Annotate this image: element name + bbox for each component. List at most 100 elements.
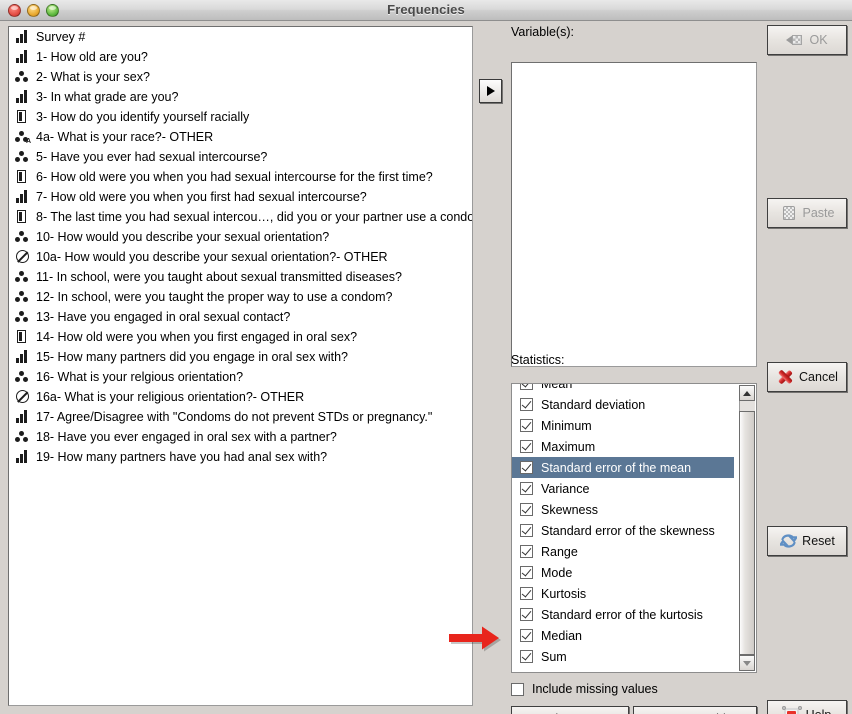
move-variable-right-button[interactable] [479, 79, 502, 103]
variable-list-item-label: 11- In school, were you taught about sex… [36, 270, 402, 284]
paste-button-label: Paste [802, 206, 835, 220]
variable-list-item-label: Survey # [36, 30, 86, 44]
statistic-row[interactable]: Standard error of the mean [512, 457, 734, 478]
nominal-measure-icon [15, 370, 30, 384]
variable-list-item[interactable]: 10a- How would you describe your sexual … [9, 247, 472, 267]
statistic-checkbox[interactable] [520, 398, 533, 411]
variable-list-item[interactable]: 18- Have you ever engaged in oral sex wi… [9, 427, 472, 447]
variable-list-item-label: 10a- How would you describe your sexual … [36, 250, 388, 264]
variable-list-item[interactable]: 3- How do you identify yourself racially [9, 107, 472, 127]
variable-list-item-label: 17- Agree/Disagree with "Condoms do not … [36, 410, 433, 424]
scrollbar-thumb[interactable] [739, 411, 755, 655]
statistic-row[interactable]: Standard error of the skewness [512, 520, 734, 541]
variable-list-item[interactable]: 11- In school, were you taught about sex… [9, 267, 472, 287]
variable-list-item[interactable]: Survey # [9, 27, 472, 47]
variable-list-item[interactable]: 7- How old were you when you first had s… [9, 187, 472, 207]
ordinal-measure-icon [15, 210, 30, 224]
statistic-row[interactable]: Minimum [512, 415, 734, 436]
scale-measure-icon [15, 450, 30, 464]
include-missing-values-row[interactable]: Include missing values [511, 682, 658, 696]
variable-list-item[interactable]: 16a- What is your religious orientation?… [9, 387, 472, 407]
statistic-label: Mode [541, 565, 573, 580]
ordinal-measure-icon [15, 110, 30, 124]
statistics-scrollbar[interactable] [739, 385, 755, 671]
scroll-down-button[interactable] [739, 655, 755, 671]
statistic-label: Mean [541, 384, 572, 391]
ok-button[interactable]: OK [767, 25, 847, 55]
variable-list-item-label: 8- The last time you had sexual intercou… [36, 210, 473, 224]
nominal-measure-icon [15, 70, 30, 84]
variable-list-item[interactable]: 10- How would you describe your sexual o… [9, 227, 472, 247]
reset-button[interactable]: Reset [767, 526, 847, 556]
variable-list-item-label: 19- How many partners have you had anal … [36, 450, 328, 464]
statistic-checkbox[interactable] [520, 482, 533, 495]
variable-list-item[interactable]: 8- The last time you had sexual intercou… [9, 207, 472, 227]
statistic-row[interactable]: Kurtosis [512, 583, 734, 604]
variable-list-item[interactable]: 5- Have you ever had sexual intercourse? [9, 147, 472, 167]
statistics-scroll-area[interactable]: Mean Standard deviation Minimum Maximum Stan… [512, 384, 734, 672]
variable-list-item[interactable]: 1- How old are you? [9, 47, 472, 67]
statistic-row[interactable]: Sum [512, 646, 734, 667]
nominal-measure-icon [15, 290, 30, 304]
statistic-label: Standard error of the mean [541, 460, 692, 475]
variable-list-item-label: 3- In what grade are you? [36, 90, 179, 104]
charts-button[interactable]: Charts... [511, 706, 629, 714]
statistic-checkbox[interactable] [520, 440, 533, 453]
statistic-checkbox[interactable] [520, 545, 533, 558]
statistic-label: Standard error of the skewness [541, 523, 715, 538]
help-button[interactable]: Help [767, 700, 847, 714]
statistic-label: Kurtosis [541, 586, 587, 601]
window-title: Frequencies [387, 2, 465, 17]
statistic-checkbox[interactable] [520, 384, 533, 390]
variable-list-item[interactable]: 3- In what grade are you? [9, 87, 472, 107]
scale-measure-icon [15, 50, 30, 64]
statistic-checkbox[interactable] [520, 524, 533, 537]
statistic-checkbox[interactable] [520, 629, 533, 642]
cancel-button[interactable]: Cancel [767, 362, 847, 392]
variables-panel-label: Variable(s): [511, 25, 574, 39]
statistic-checkbox[interactable] [520, 566, 533, 579]
variable-list-item-label: 1- How old are you? [36, 50, 148, 64]
variable-list-item[interactable]: 17- Agree/Disagree with "Condoms do not … [9, 407, 472, 427]
no-measure-icon [15, 390, 30, 404]
statistic-row[interactable]: Standard deviation [512, 394, 734, 415]
statistic-row[interactable]: Mean [512, 384, 734, 394]
variable-list-item[interactable]: 19- How many partners have you had anal … [9, 447, 472, 467]
variable-list-item[interactable]: A 4a- What is your race?- OTHER [9, 127, 472, 147]
statistic-checkbox[interactable] [520, 650, 533, 663]
paste-button[interactable]: Paste [767, 198, 847, 228]
include-missing-values-checkbox[interactable] [511, 682, 524, 696]
window-titlebar: Frequencies [0, 0, 852, 21]
variable-source-list[interactable]: Survey # 1- How old are you? 2- What is yo… [8, 26, 473, 706]
refresh-icon [779, 533, 798, 549]
statistic-checkbox[interactable] [520, 608, 533, 621]
statistic-label: Variance [541, 481, 590, 496]
nominal-measure-icon [15, 230, 30, 244]
statistic-row[interactable]: Skewness [512, 499, 734, 520]
variable-list-item[interactable]: 13- Have you engaged in oral sexual cont… [9, 307, 472, 327]
selected-variables-list[interactable] [511, 62, 757, 367]
statistic-row[interactable]: Median [512, 625, 734, 646]
statistic-label: Range [541, 544, 578, 559]
statistic-row[interactable]: Standard error of the kurtosis [512, 604, 734, 625]
statistic-row[interactable]: Variance [512, 478, 734, 499]
frequency-tables-button[interactable]: Frequency Tables... [633, 706, 757, 714]
variable-list-item[interactable]: 16- What is your relgious orientation? [9, 367, 472, 387]
scroll-up-button[interactable] [739, 385, 755, 401]
statistic-checkbox[interactable] [520, 461, 533, 474]
statistic-checkbox[interactable] [520, 419, 533, 432]
variable-list-item[interactable]: 6- How old were you when you had sexual … [9, 167, 472, 187]
scroll-up-icon [743, 390, 751, 396]
variable-list-item[interactable]: 15- How many partners did you engage in … [9, 347, 472, 367]
statistic-checkbox[interactable] [520, 503, 533, 516]
statistic-row[interactable]: Maximum [512, 436, 734, 457]
variable-list-item[interactable]: 14- How old were you when you first enga… [9, 327, 472, 347]
statistic-row[interactable]: Range [512, 541, 734, 562]
variable-list-item[interactable]: 12- In school, were you taught the prope… [9, 287, 472, 307]
statistic-row[interactable]: Mode [512, 562, 734, 583]
variable-list-item[interactable]: 2- What is your sex? [9, 67, 472, 87]
statistic-checkbox[interactable] [520, 587, 533, 600]
frequencies-dialog: Frequencies Survey # 1- How old are you? 2… [0, 0, 852, 714]
nominal-measure-icon [15, 150, 30, 164]
ordinal-measure-icon [15, 170, 30, 184]
